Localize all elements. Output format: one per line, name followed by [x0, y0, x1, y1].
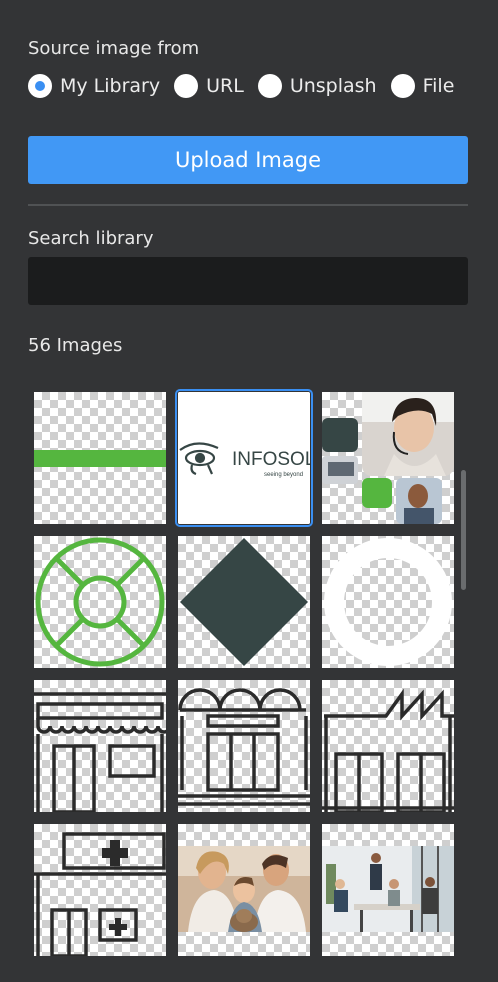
lifebuoy-outline [35, 537, 165, 667]
search-library-label: Search library [28, 228, 154, 249]
radio-label-file[interactable]: File [423, 75, 455, 97]
radio-label-unsplash[interactable]: Unsplash [290, 75, 377, 97]
divider [28, 204, 468, 206]
radio-unsplash[interactable]: Unsplash [257, 74, 377, 98]
radio-url[interactable]: URL [174, 74, 244, 98]
thumb-infosol-logo[interactable]: INFOSOL seeing beyond [175, 389, 313, 527]
thumb-family-dog-photo[interactable] [178, 824, 310, 956]
radio-indicator[interactable] [390, 74, 415, 98]
logo-wordmark: INFOSOL [232, 449, 310, 470]
green-line-graphic [34, 450, 166, 467]
library-scrollbar[interactable] [461, 470, 466, 590]
factory-icon [322, 688, 454, 812]
bakery-storefront-icon [178, 688, 310, 806]
thumb-storefront-awning-icon[interactable] [34, 680, 166, 812]
thumb-hospital-icon[interactable] [34, 824, 166, 956]
upload-image-button[interactable]: Upload Image [28, 136, 468, 184]
thumb-dark-diamond[interactable] [178, 536, 310, 668]
image-count: 56 Images [28, 335, 123, 356]
thumb-factory-icon[interactable] [322, 680, 454, 812]
radio-indicator[interactable] [174, 74, 199, 98]
thumb-lifebuoy-outline[interactable] [34, 536, 166, 668]
radio-label-url[interactable]: URL [206, 75, 244, 97]
source-label: Source image from [28, 38, 200, 59]
hospital-icon [34, 832, 166, 956]
thumb-bakery-storefront-icon[interactable] [178, 680, 310, 812]
radio-indicator[interactable] [28, 74, 52, 98]
source-radio-group: My Library URL Unsplash File [28, 74, 478, 98]
thumb-office-meeting-photo[interactable] [322, 824, 454, 956]
radio-my-library[interactable]: My Library [28, 74, 160, 98]
search-library-input[interactable] [28, 257, 468, 305]
thumb-call-center-collage[interactable] [322, 392, 454, 524]
thumb-white-ring[interactable] [322, 536, 454, 668]
office-meeting-photo [322, 846, 454, 932]
infosol-logo: INFOSOL seeing beyond [178, 392, 310, 524]
radio-file[interactable]: File [390, 74, 455, 98]
thumb-green-line-graphic[interactable] [34, 392, 166, 524]
call-center-collage [322, 392, 454, 524]
white-ring [324, 538, 452, 666]
storefront-awning-icon [34, 692, 166, 812]
family-dog-photo [178, 846, 310, 932]
radio-indicator[interactable] [257, 74, 282, 98]
dark-diamond [180, 538, 308, 666]
radio-label-my-library[interactable]: My Library [60, 75, 160, 97]
logo-tagline: seeing beyond [264, 472, 303, 478]
